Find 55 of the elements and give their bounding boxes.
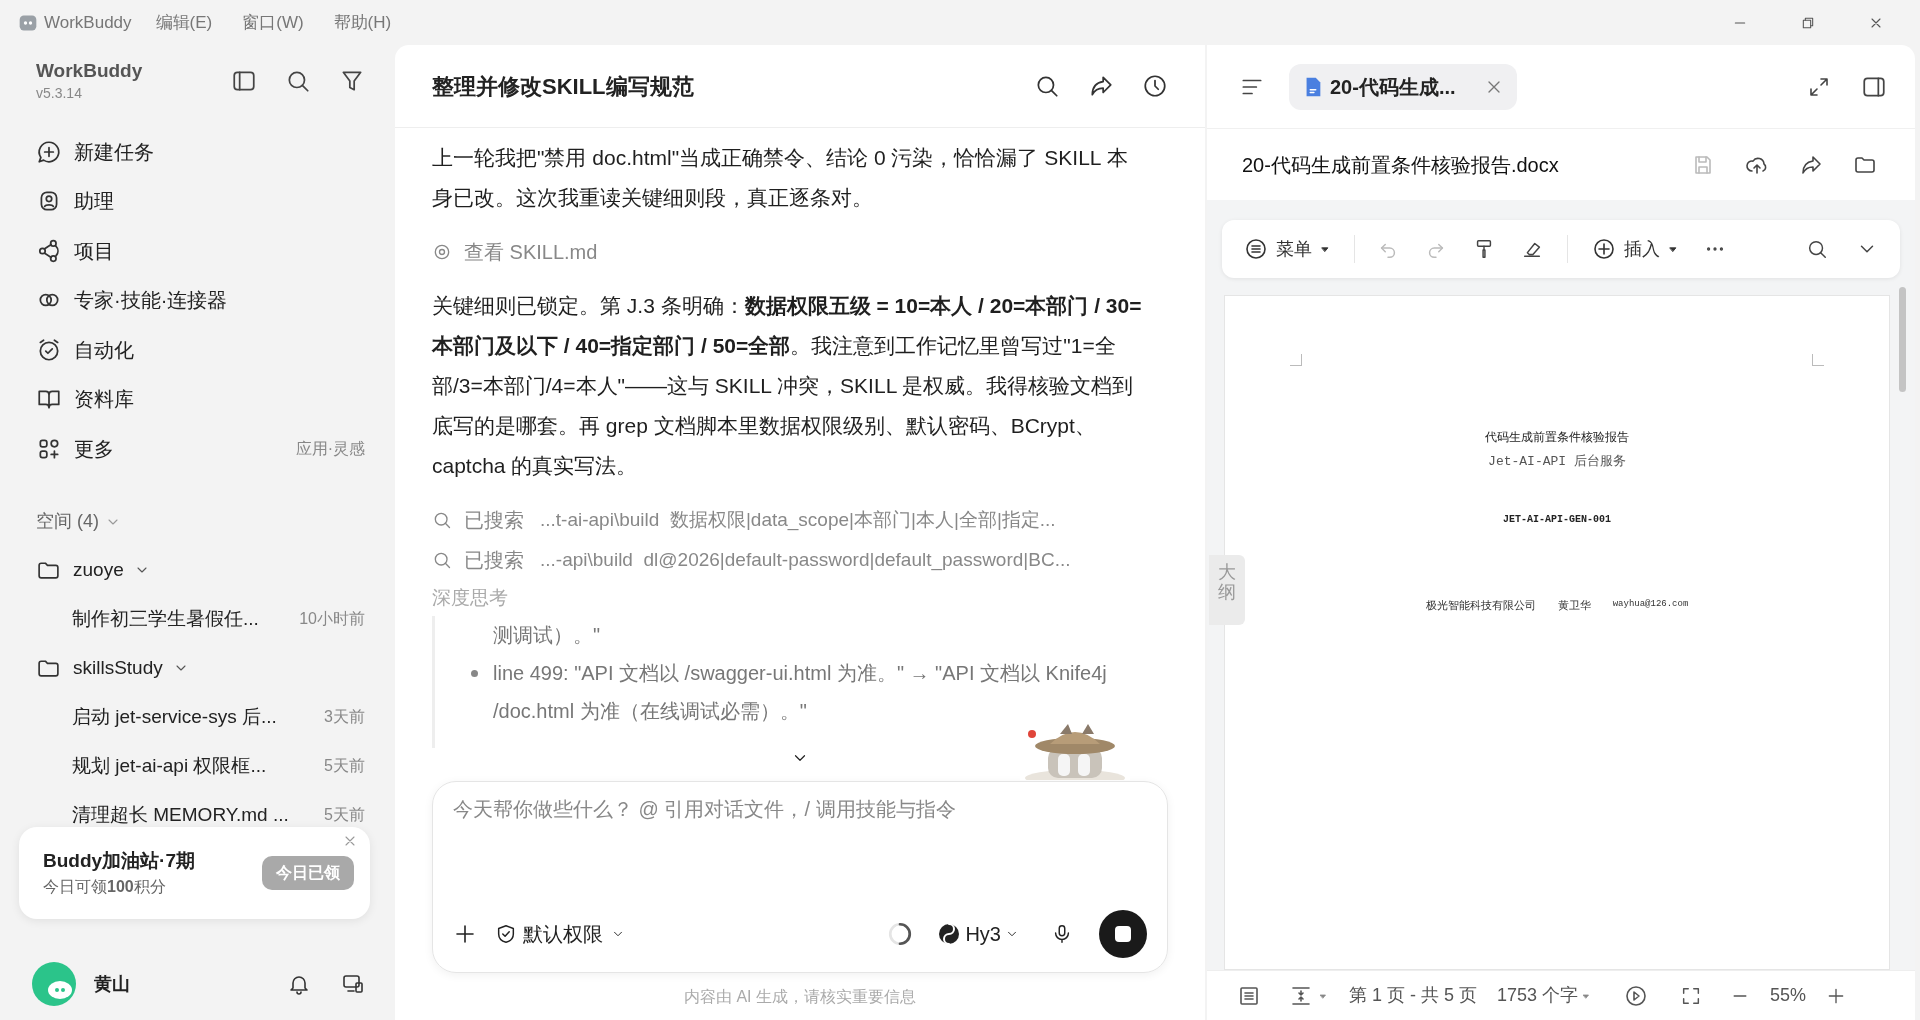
word-count[interactable]: 1753 个字 bbox=[1497, 982, 1593, 1009]
document-heading: 代码生成前置条件核验报告 bbox=[1485, 429, 1629, 446]
task-title[interactable]: 制作初三学生暑假任... bbox=[72, 604, 300, 634]
tool-step[interactable]: 查看 SKILL.md bbox=[432, 232, 1168, 272]
task-time: 5天前 bbox=[324, 756, 365, 776]
task-title[interactable]: 规划 jet-ai-api 权限框... bbox=[72, 751, 325, 781]
user-name: 黄山 bbox=[94, 972, 131, 996]
thinking-text: line 499: "API 文档以 /swagger-ui.html 为准。" → "API 文档以 Knife4j /doc.html 为准（在线调试必需）。" bbox=[493, 662, 1107, 722]
author-email: wayhua@126.com bbox=[1612, 598, 1689, 611]
message-text: 上一轮我把"禁用 doc.html"当成正确禁令、结论 0 污染，恰恰漏了 SKILL 本身已改。这次我重读关键细则段，真正逐条对。 bbox=[432, 145, 1129, 211]
nav-item[interactable]: 资料库 bbox=[36, 374, 365, 424]
tool-detail: ...-api\build dl@2026|default-password|default_password|BC... bbox=[540, 547, 1071, 573]
nav-item[interactable]: 专家·技能·连接器 bbox=[36, 275, 365, 325]
message-input[interactable]: 今天帮你做些什么？ @ 引用对话文件，/ 调用技能与指令 默认权限 Hy3 bbox=[432, 781, 1168, 973]
version-label: v5.3.14 bbox=[36, 84, 83, 103]
menu-item[interactable]: 编辑(E) bbox=[153, 9, 215, 36]
insert-button[interactable]: 插入 bbox=[1592, 235, 1680, 263]
app-name: WorkBuddy bbox=[44, 11, 132, 34]
file-name: 20-代码生成前置条件核验报告.docx bbox=[1242, 152, 1560, 178]
document-subtitle: Jet-AI-API 后台服务 bbox=[1488, 453, 1626, 471]
promo-text: 今日可领100积分 bbox=[43, 877, 167, 898]
task-time: 5天前 bbox=[324, 805, 365, 825]
nav-item[interactable]: 助理 bbox=[36, 176, 365, 226]
company-name: 极光智能科技有限公司 bbox=[1425, 597, 1536, 613]
document-tab[interactable]: 20-代码生成... bbox=[1289, 63, 1517, 110]
tool-step-label[interactable]: 已搜索 bbox=[464, 545, 524, 575]
tool-step-label[interactable]: 已搜索 bbox=[464, 505, 524, 535]
permission-dropdown[interactable]: 默认权限 bbox=[495, 914, 625, 954]
app-title: WorkBuddy bbox=[36, 59, 144, 83]
model-dropdown[interactable]: Hy3 bbox=[937, 914, 1019, 954]
disclaimer-text: 内容由 AI 生成，请核实重要信息 bbox=[684, 986, 916, 1007]
task-time: 10小时前 bbox=[299, 609, 365, 629]
nav-item[interactable]: 自动化 bbox=[36, 325, 365, 375]
nav-item[interactable]: 项目 bbox=[36, 226, 365, 276]
task-time: 3天前 bbox=[324, 707, 365, 727]
nav-item[interactable]: 更多 bbox=[74, 433, 114, 464]
chat-title: 整理并修改SKILL编写规范 bbox=[432, 72, 695, 101]
page-count: 第 1 页 - 共 5 页 bbox=[1349, 984, 1478, 1007]
space-name[interactable]: zuoye bbox=[73, 555, 124, 585]
section-heading: 空间 (4) bbox=[36, 510, 99, 533]
tool-detail: ...t-ai-api\build 数据权限|data_scope|本部门|本人|全部|指定... bbox=[540, 507, 1056, 533]
space-name[interactable]: skillsStudy bbox=[73, 653, 163, 683]
document-code: JET-AI-API-GEN-001 bbox=[1503, 512, 1611, 527]
task-title[interactable]: 清理超长 MEMORY.md ... bbox=[72, 800, 325, 830]
thinking-text: 测调试）。" bbox=[493, 623, 602, 648]
nav-hint: 应用·灵感 bbox=[295, 438, 365, 459]
author-name: 黄卫华 bbox=[1557, 597, 1591, 613]
menu-item[interactable]: 窗口(W) bbox=[240, 9, 306, 36]
message-text: 关键细则已锁定。第 J.3 条明确：数据权限五级 = 10=本人 / 20=本部门 / 30=本部门及以下 / 40=指定部门 / 50=全部。我注意到工作记忆里曾写过"1=全部/3=本部门/4=本人"——这与 SKILL 冲突，SKILL 是权威。我得核验文档到底写的是哪套。再 grep 文档脚本里数据权限级别、默认密码、BCrypt、captcha 的真实写法。 bbox=[432, 293, 1143, 479]
zoom-level: 55% bbox=[1770, 984, 1807, 1007]
nav-item[interactable]: 新建任务 bbox=[36, 127, 365, 177]
menu-button[interactable]: 菜单 bbox=[1244, 235, 1332, 263]
promo-title: Buddy加油站·7期 bbox=[43, 848, 196, 873]
menu-item[interactable]: 帮助(H) bbox=[331, 9, 394, 36]
task-title[interactable]: 启动 jet-service-sys 后... bbox=[72, 702, 325, 732]
